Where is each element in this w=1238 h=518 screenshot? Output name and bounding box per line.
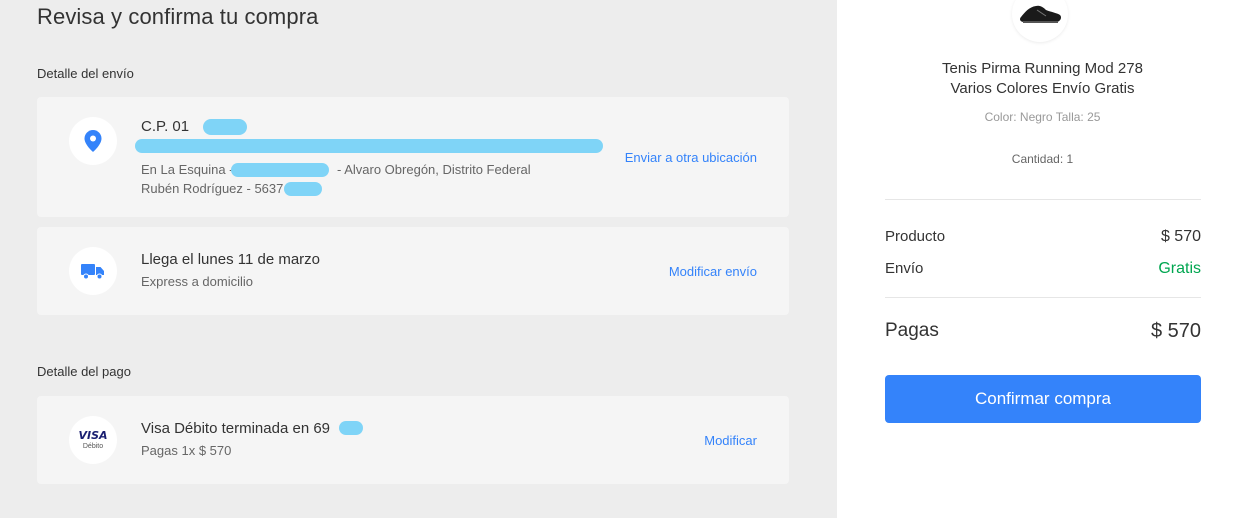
payment-installments: Pagas 1x $ 570 [141,443,232,458]
shipping-address-card: C.P. 01 En La Esquina - - Alvaro Obregón… [37,97,789,217]
phone-redaction [284,182,322,196]
payment-method-card: VISA Débito Visa Débito terminada en 69 … [37,396,789,484]
payment-section-label: Detalle del pago [37,364,131,379]
truck-icon-circle [69,247,117,295]
location-icon-circle [69,117,117,165]
shipping-cost-row: Envío Gratis [885,260,1201,278]
total-price: $ 570 [1150,320,1201,342]
address-line-1-suffix: - Alvaro Obregón, Distrito Federal [337,162,531,177]
street-redaction [135,139,603,153]
product-price: $ 570 [1160,228,1201,245]
delivery-method: Express a domicilio [141,274,253,289]
shipping-price: Gratis [1158,260,1201,277]
checkout-review-panel: Revisa y confirma tu compra Detalle del … [0,0,837,518]
address-line-redaction [231,163,329,177]
postal-code: C.P. 01 [141,118,190,135]
modify-shipping-link[interactable]: Modificar envío [669,264,757,279]
location-pin-icon [84,130,102,152]
modify-payment-link[interactable]: Modificar [704,433,757,448]
summary-divider-bottom [885,297,1201,298]
shipping-label: Envío [885,260,924,277]
product-variant: Color: Negro Talla: 25 [984,110,1101,124]
confirm-purchase-button[interactable]: Confirmar compra [885,375,1201,423]
address-line-1: En La Esquina - [141,162,234,177]
product-quantity: Cantidad: 1 [1011,152,1074,166]
card-number-redaction [339,421,363,435]
visa-debit-logo: VISA Débito [69,416,117,464]
visa-logo-text: VISA [78,428,108,442]
postal-code-redaction [203,119,247,135]
product-title-line-1: Tenis Pirma Running Mod 278 [942,60,1143,77]
summary-divider-top [885,199,1201,200]
delivery-date: Llega el lunes 11 de marzo [141,251,321,268]
order-summary-panel: Tenis Pirma Running Mod 278 Varios Color… [837,0,1238,518]
truck-icon [81,264,104,280]
address-contact: Rubén Rodríguez - 5637 [141,181,284,196]
shipping-section-label: Detalle del envío [37,66,134,81]
product-label: Producto [885,228,946,245]
payment-method: Visa Débito terminada en 69 [141,420,331,437]
change-address-link[interactable]: Enviar a otra ubicación [625,150,757,165]
total-label: Pagas [885,320,939,341]
page-title: Revisa y confirma tu compra [37,4,319,29]
running-shoe-icon [1020,5,1061,23]
product-title-line-2: Varios Colores Envío Gratis [950,80,1135,97]
debit-logo-text: Débito [82,442,104,450]
total-row: Pagas $ 570 [885,320,1201,343]
product-image [1012,0,1068,42]
product-subtotal-row: Producto $ 570 [885,228,1201,246]
shipping-method-card: Llega el lunes 11 de marzo Express a dom… [37,227,789,315]
